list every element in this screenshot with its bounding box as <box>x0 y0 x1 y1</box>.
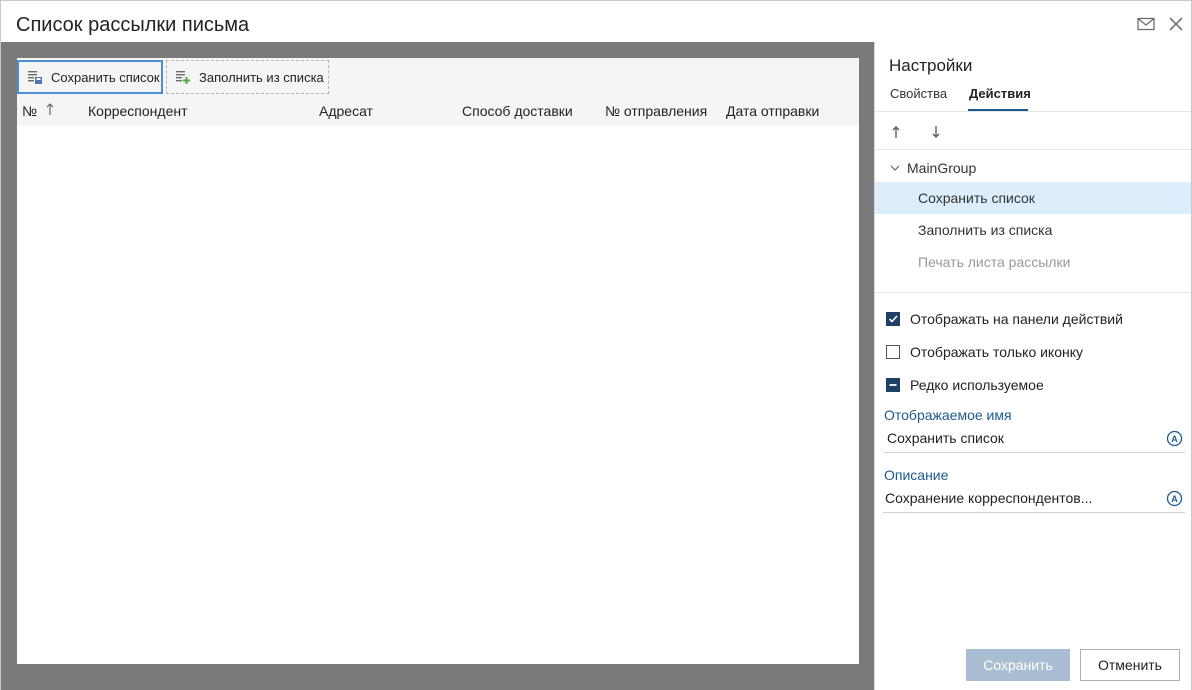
column-number[interactable]: № <box>22 103 37 119</box>
localization-icon[interactable]: A <box>1166 490 1183 507</box>
close-icon[interactable] <box>1167 15 1185 33</box>
show-on-action-panel-checkbox[interactable]: Отображать на панели действий <box>886 309 1123 329</box>
tree-item-print-mailing-list[interactable]: Печать листа рассылки <box>875 246 1191 278</box>
tree-item-label: Сохранить список <box>918 190 1035 206</box>
checkbox-label: Отображать на панели действий <box>910 311 1123 327</box>
chevron-down-icon <box>890 165 900 171</box>
display-name-label: Отображаемое имя <box>884 407 1012 423</box>
form-canvas: Сохранить список Заполнить из списка № К… <box>17 58 859 664</box>
rarely-used-checkbox[interactable]: Редко используемое <box>886 375 1044 395</box>
form-editor-area: Сохранить список Заполнить из списка № К… <box>1 42 874 690</box>
tree-group-maingroup[interactable]: MainGroup <box>889 158 976 178</box>
move-up-icon[interactable] <box>890 125 902 139</box>
action-toolbar: Сохранить список Заполнить из списка <box>17 58 859 96</box>
title-bar: Список рассылки письма <box>1 1 1191 42</box>
display-name-value: Сохранить список <box>887 430 1004 446</box>
settings-panel: Настройки Свойства Действия MainGroup Со… <box>875 42 1191 690</box>
move-down-icon[interactable] <box>930 125 942 139</box>
fill-from-list-label: Заполнить из списка <box>199 69 324 85</box>
tree-item-fill-from-list[interactable]: Заполнить из списка <box>875 214 1191 246</box>
checkbox-checked-icon[interactable] <box>886 312 900 326</box>
mail-icon[interactable] <box>1137 15 1155 33</box>
cancel-button[interactable]: Отменить <box>1080 649 1180 681</box>
sort-ascending-icon[interactable] <box>45 102 55 116</box>
column-delivery-method[interactable]: Способ доставки <box>462 103 573 119</box>
save-list-icon <box>28 71 42 84</box>
tree-divider <box>875 292 1191 293</box>
save-list-label: Сохранить список <box>51 69 160 85</box>
save-button[interactable]: Сохранить <box>966 649 1070 681</box>
column-correspondent[interactable]: Корреспондент <box>88 103 188 119</box>
checkbox-label: Отображать только иконку <box>910 344 1084 360</box>
tab-actions[interactable]: Действия <box>969 86 1031 101</box>
dialog-window: Список рассылки письма Сохранить список … <box>0 0 1192 690</box>
fill-from-list-button[interactable]: Заполнить из списка <box>166 60 329 94</box>
tree-item-label: Печать листа рассылки <box>918 254 1071 270</box>
table-header: № Корреспондент Адресат Способ доставки … <box>17 96 859 126</box>
tree-item-save-list[interactable]: Сохранить список <box>875 182 1191 214</box>
checkbox-label: Редко используемое <box>910 377 1044 393</box>
checkbox-unchecked-icon[interactable] <box>886 345 900 359</box>
column-shipment-number[interactable]: № отправления <box>605 103 707 119</box>
save-list-button[interactable]: Сохранить список <box>17 60 163 94</box>
svg-text:A: A <box>1171 494 1178 504</box>
localization-icon[interactable]: A <box>1166 430 1183 447</box>
description-field[interactable]: Сохранение корреспондентов... A <box>883 486 1185 513</box>
show-icon-only-checkbox[interactable]: Отображать только иконку <box>886 342 1083 362</box>
add-list-icon <box>176 71 190 84</box>
window-title: Список рассылки письма <box>16 14 250 36</box>
column-send-date[interactable]: Дата отправки <box>726 103 819 119</box>
settings-title: Настройки <box>889 56 973 75</box>
tree-group-label: MainGroup <box>907 160 977 176</box>
description-value: Сохранение корреспондентов... <box>885 490 1093 506</box>
svg-text:A: A <box>1171 434 1178 444</box>
tabs-divider <box>875 111 1191 112</box>
checkbox-indeterminate-icon[interactable] <box>886 378 900 392</box>
column-addressee[interactable]: Адресат <box>319 103 373 119</box>
order-divider <box>875 149 1191 150</box>
description-label: Описание <box>884 467 949 483</box>
tab-properties[interactable]: Свойства <box>890 86 947 101</box>
display-name-field[interactable]: Сохранить список A <box>883 426 1185 453</box>
tree-item-label: Заполнить из списка <box>918 222 1053 238</box>
